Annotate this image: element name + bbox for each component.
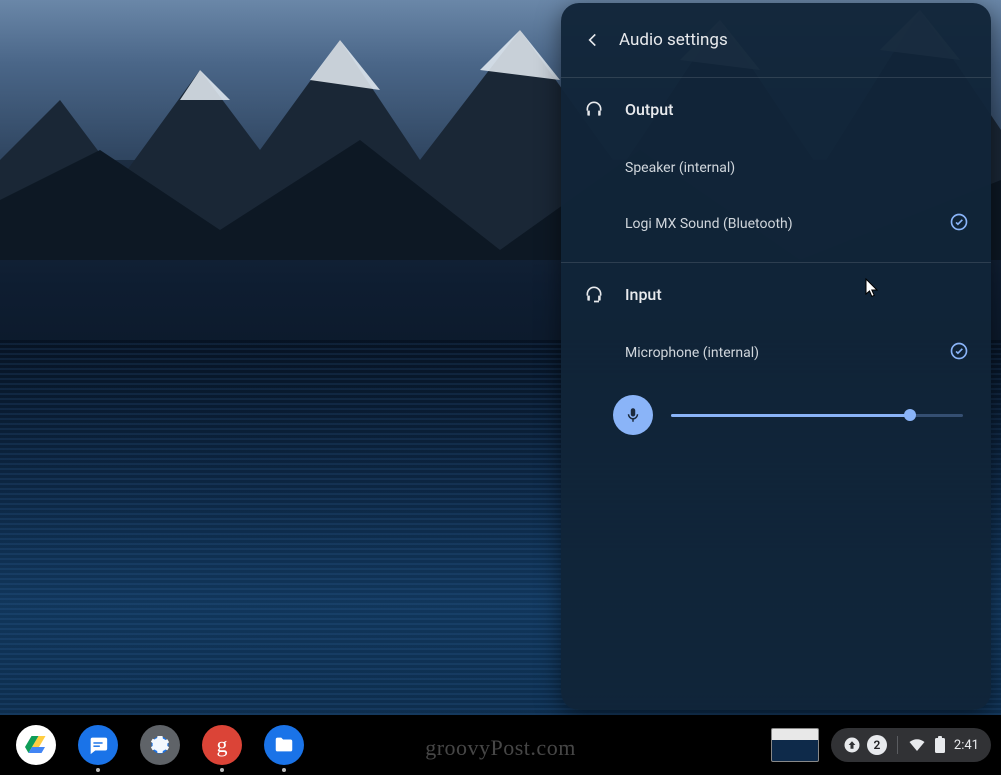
- device-label: Speaker (internal): [625, 160, 735, 176]
- output-device-bluetooth[interactable]: Logi MX Sound (Bluetooth): [561, 196, 991, 252]
- app-google-drive[interactable]: [16, 725, 56, 765]
- check-circle-icon: [949, 341, 969, 365]
- output-section: Output Speaker (internal) Logi MX Sound …: [561, 77, 991, 262]
- notification-count-badge: 2: [867, 735, 887, 755]
- window-preview-thumb[interactable]: [771, 728, 819, 762]
- running-indicator: [96, 768, 100, 772]
- status-icons: 2:41: [908, 736, 979, 754]
- app-google-plus[interactable]: g: [202, 725, 242, 765]
- app-files[interactable]: [264, 725, 304, 765]
- device-label: Logi MX Sound (Bluetooth): [625, 216, 793, 232]
- clock: 2:41: [954, 738, 979, 753]
- app-settings[interactable]: [140, 725, 180, 765]
- output-device-speaker[interactable]: Speaker (internal): [561, 140, 991, 196]
- check-circle-icon: [949, 212, 969, 236]
- input-device-microphone[interactable]: Microphone (internal): [561, 325, 991, 381]
- notification-group[interactable]: 2: [843, 735, 887, 755]
- mic-level-row: [561, 381, 991, 445]
- input-section: Input Microphone (internal): [561, 262, 991, 455]
- shelf: g groovyPost.com 2 2:41: [0, 715, 1001, 775]
- headset-mic-icon: [583, 284, 605, 304]
- mic-toggle-button[interactable]: [613, 395, 653, 435]
- running-indicator: [220, 768, 224, 772]
- battery-icon: [934, 736, 946, 754]
- wifi-icon: [908, 736, 926, 754]
- slider-thumb[interactable]: [904, 409, 916, 421]
- arrow-up-circle-icon: [843, 736, 861, 754]
- chevron-left-icon: [583, 30, 603, 50]
- output-heading: Output: [625, 100, 673, 119]
- watermark-text: groovyPost.com: [425, 735, 576, 761]
- microphone-icon: [624, 406, 642, 424]
- messages-icon: [87, 734, 109, 756]
- separator: [897, 736, 898, 754]
- status-tray[interactable]: 2 2:41: [831, 728, 991, 762]
- google-drive-icon: [24, 733, 48, 757]
- slider-fill: [671, 414, 910, 417]
- audio-settings-panel: Audio settings Output Speaker (internal)…: [561, 3, 991, 710]
- folder-icon: [273, 734, 295, 756]
- gear-icon: [148, 733, 172, 757]
- shelf-apps: g: [16, 715, 304, 775]
- device-label: Microphone (internal): [625, 345, 759, 361]
- running-indicator: [282, 768, 286, 772]
- panel-header: Audio settings: [561, 3, 991, 77]
- input-section-header: Input: [561, 263, 991, 325]
- input-heading: Input: [625, 285, 662, 304]
- mic-level-slider[interactable]: [671, 405, 963, 425]
- google-plus-icon: g: [217, 732, 228, 758]
- shelf-right: 2 2:41: [771, 715, 991, 775]
- back-button[interactable]: [571, 18, 615, 62]
- output-section-header: Output: [561, 78, 991, 140]
- headphones-icon: [583, 99, 605, 119]
- app-messages[interactable]: [78, 725, 118, 765]
- panel-title: Audio settings: [619, 30, 728, 50]
